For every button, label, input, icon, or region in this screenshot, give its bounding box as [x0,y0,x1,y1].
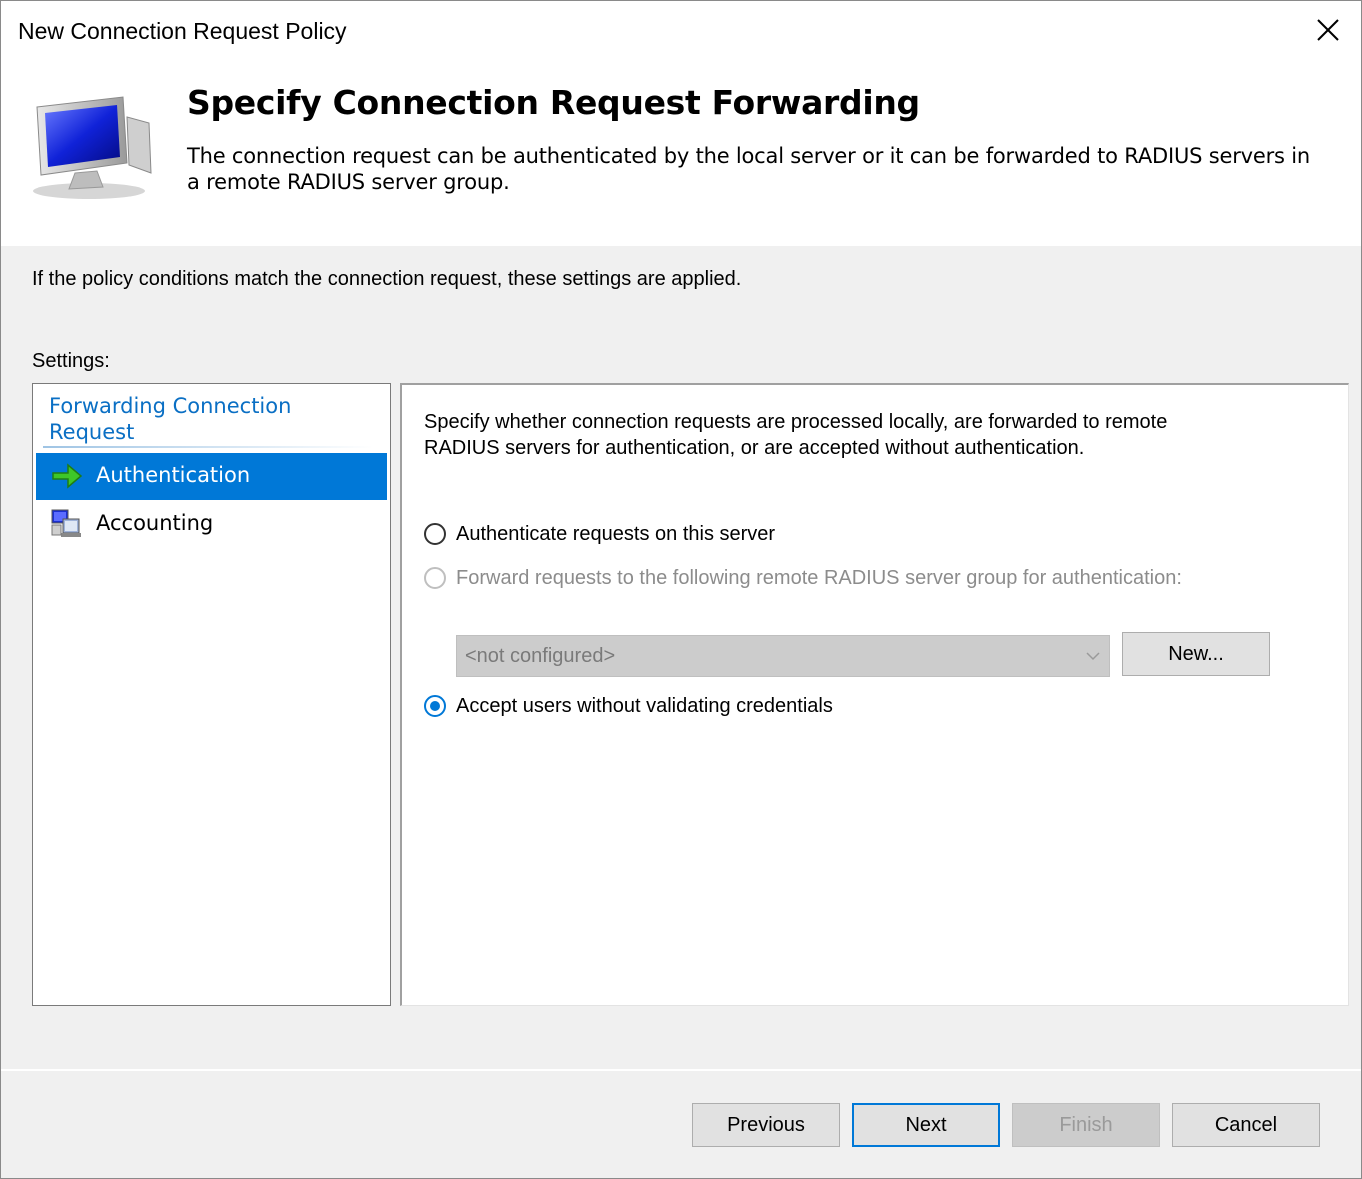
nav-item-label: Authentication [96,463,251,487]
radio-label: Authenticate requests on this server [456,523,776,545]
window-title: New Connection Request Policy [18,18,347,44]
chevron-down-icon [1085,648,1101,664]
finish-button[interactable]: Finish [1012,1103,1160,1147]
footer-divider [1,1069,1361,1071]
radio-button[interactable] [424,523,446,545]
radio-label: Forward requests to the following remote… [456,567,1182,589]
server-group-value: <not configured> [465,645,616,667]
panel-description: Specify whether connection requests are … [424,411,1168,459]
server-group-dropdown[interactable]: <not configured> [456,635,1110,677]
nav-item-accounting[interactable]: Accounting [36,501,387,548]
previous-button[interactable]: Previous [692,1103,840,1147]
nav-item-authentication[interactable]: Authentication [36,453,387,500]
green-arrow-icon [50,459,84,493]
close-icon[interactable] [1313,15,1343,45]
cancel-button[interactable]: Cancel [1172,1103,1320,1147]
intro-text: If the policy conditions match the conne… [32,268,742,290]
settings-content-panel: Specify whether connection requests are … [400,383,1349,1006]
wizard-header: Specify Connection Request Forwarding Th… [1,63,1361,246]
computer-monitor-icon [27,93,157,203]
radio-button[interactable] [424,567,446,589]
header-description: The connection request can be authentica… [187,144,1310,194]
radio-label: Accept users without validating credenti… [456,695,833,717]
settings-nav-panel: Forwarding Connection Request Authentica… [32,383,391,1006]
dialog-window: New Connection Request Policy Specify Co… [0,0,1362,1179]
settings-label: Settings: [32,350,110,372]
title-bar[interactable]: New Connection Request Policy [1,1,1361,63]
new-server-group-button[interactable]: New... [1122,632,1270,676]
accounting-computers-icon [50,507,84,541]
radio-button[interactable] [424,695,446,717]
nav-group-heading: Forwarding Connection Request [49,394,292,444]
header-title: Specify Connection Request Forwarding [187,83,920,122]
nav-item-label: Accounting [96,511,214,535]
nav-group-divider [43,446,373,448]
next-button[interactable]: Next [852,1103,1000,1147]
